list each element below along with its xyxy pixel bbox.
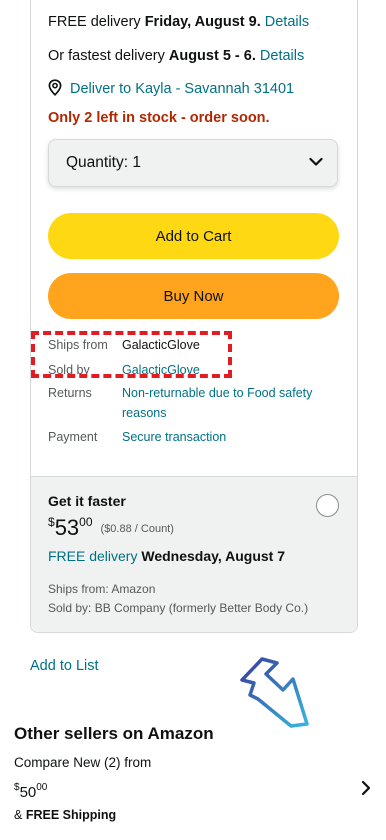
faster-price-fraction: 00 [79,515,93,529]
compare-new-text[interactable]: Compare New (2) from [14,755,151,770]
add-to-cart-button[interactable]: Add to Cart [48,213,339,259]
other-sellers-price: $5000 [14,782,47,802]
details-link-2[interactable]: Details [260,48,304,64]
faster-price-whole: 53 [54,515,80,540]
quantity-label: Quantity: 1 [66,154,141,171]
free-shipping-prefix: & [14,808,26,822]
get-it-faster-radio[interactable] [316,494,339,517]
free-delivery-date: Friday, August 9 [144,14,257,30]
faster-ships-from: Ships from: Amazon [48,582,156,596]
other-price-whole: 50 [19,784,37,801]
chevron-down-icon [309,154,323,172]
other-price-fraction: 00 [36,782,48,793]
faster-price: $5300 ($0.88 / Count) [48,515,174,541]
returns-policy-line-2: reasons [122,406,167,420]
cursor-arrow-icon [236,655,316,740]
fastest-delivery-dot: . [251,48,260,64]
free-shipping-text: & FREE Shipping [14,808,116,822]
free-delivery-text: FREE delivery [48,14,145,30]
faster-unit-price: ($0.88 / Count) [100,523,174,535]
details-link-1[interactable]: Details [265,14,309,30]
stock-warning: Only 2 left in stock - order soon. [48,110,270,126]
location-pin-icon [48,79,62,101]
buy-now-button[interactable]: Buy Now [48,273,339,319]
add-to-list-link[interactable]: Add to List [30,658,99,674]
returns-label: Returns [48,386,92,400]
faster-price-currency: $ [48,515,55,529]
returns-policy-line-1: Non-returnable due to Food safety [122,386,313,400]
free-delivery-dot: . [256,14,265,30]
free-shipping-label: FREE Shipping [25,808,117,822]
faster-delivery-line: FREE delivery Wednesday, August 7 [48,547,285,565]
faster-sold-by: Sold by: BB Company (formerly Better Bod… [48,601,309,615]
payment-label: Payment [48,430,98,444]
quantity-select[interactable]: Quantity: 1 [48,139,338,187]
free-delivery-line: FREE delivery Friday, August 9. Details [48,13,309,31]
get-it-faster-title: Get it faster [48,493,126,509]
secure-transaction-link[interactable]: Secure transaction [122,427,226,447]
chevron-right-icon[interactable] [361,780,371,801]
fastest-delivery-line: Or fastest delivery August 5 - 6. Detail… [48,47,304,65]
fastest-delivery-date: August 5 - 6 [168,48,252,64]
fastest-delivery-text: Or fastest delivery [48,48,169,64]
faster-delivery-date: Wednesday, August 7 [137,548,286,564]
deliver-to-text[interactable]: Deliver to Kayla - Savannah 31401 [70,81,294,97]
deliver-to-location[interactable]: Deliver to Kayla - Savannah 31401 [48,79,294,101]
faster-free-delivery-link[interactable]: FREE delivery [48,548,137,564]
seller-highlight-box [31,331,232,378]
other-sellers-title: Other sellers on Amazon [14,724,214,743]
returns-policy-link[interactable]: Non-returnable due to Food safety reason… [122,383,312,423]
